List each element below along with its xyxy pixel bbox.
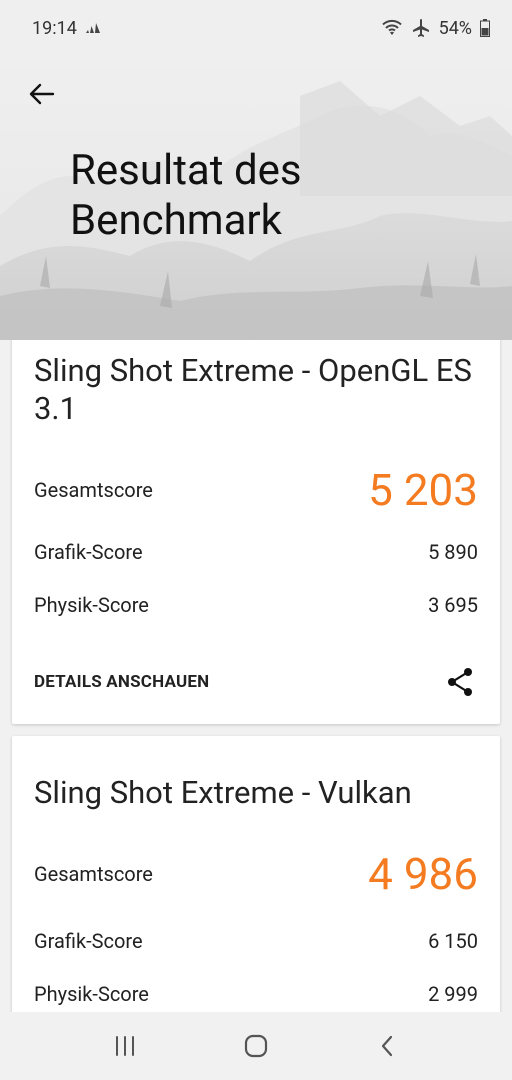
adidas-icon xyxy=(85,18,101,39)
status-time: 19:14 xyxy=(32,17,77,39)
total-score-value: 5 203 xyxy=(368,464,478,516)
back-button[interactable] xyxy=(22,74,62,114)
card-title: Sling Shot Extreme - OpenGL ES 3.1 xyxy=(34,352,472,427)
airplane-icon xyxy=(411,18,431,38)
battery-icon xyxy=(480,19,490,37)
page-title: Resultat des Benchmark xyxy=(70,146,302,245)
physics-score-row: Physik-Score 3 695 xyxy=(34,590,478,620)
total-score-label: Gesamtscore xyxy=(34,862,153,886)
details-button[interactable]: DETAILS ANSCHAUEN xyxy=(34,672,209,692)
results-list[interactable]: Sling Shot Extreme - OpenGL ES 3.1 Gesam… xyxy=(0,340,512,1012)
share-button[interactable] xyxy=(442,664,478,700)
graphics-score-row: Grafik-Score 5 890 xyxy=(34,537,478,567)
total-score-row: Gesamtscore 4 986 xyxy=(34,848,478,900)
battery-percent: 54% xyxy=(438,17,472,39)
physics-score-label: Physik-Score xyxy=(34,982,149,1006)
home-button[interactable] xyxy=(232,1022,280,1070)
physics-score-label: Physik-Score xyxy=(34,593,149,617)
physics-score-value: 3 695 xyxy=(428,593,478,617)
physics-score-row: Physik-Score 2 999 xyxy=(34,979,478,1009)
system-nav-bar xyxy=(0,1012,512,1080)
recent-apps-button[interactable] xyxy=(101,1022,149,1070)
graphics-score-value: 6 150 xyxy=(428,929,478,953)
status-bar: 19:14 54% xyxy=(0,0,512,56)
recent-apps-icon xyxy=(116,1036,135,1056)
share-icon xyxy=(448,668,472,696)
header-hero: Resultat des Benchmark xyxy=(0,56,512,340)
result-card-opengl: Sling Shot Extreme - OpenGL ES 3.1 Gesam… xyxy=(12,340,500,724)
wifi-icon xyxy=(381,19,403,37)
home-icon xyxy=(244,1034,268,1058)
graphics-score-label: Grafik-Score xyxy=(34,540,143,564)
total-score-value: 4 986 xyxy=(368,848,478,900)
arrow-left-icon xyxy=(29,83,55,105)
graphics-score-label: Grafik-Score xyxy=(34,929,143,953)
total-score-label: Gesamtscore xyxy=(34,478,153,502)
status-right: 54% xyxy=(381,18,490,39)
card-footer: DETAILS ANSCHAUEN xyxy=(34,662,478,702)
back-nav-button[interactable] xyxy=(363,1022,411,1070)
total-score-row: Gesamtscore 5 203 xyxy=(34,464,478,516)
result-card-vulkan: Sling Shot Extreme - Vulkan Gesamtscore … xyxy=(12,736,500,1012)
physics-score-value: 2 999 xyxy=(428,982,478,1006)
graphics-score-row: Grafik-Score 6 150 xyxy=(34,926,478,956)
status-left: 19:14 xyxy=(32,18,101,39)
card-title: Sling Shot Extreme - Vulkan xyxy=(34,774,412,811)
chevron-left-icon xyxy=(381,1035,392,1057)
graphics-score-value: 5 890 xyxy=(428,540,478,564)
